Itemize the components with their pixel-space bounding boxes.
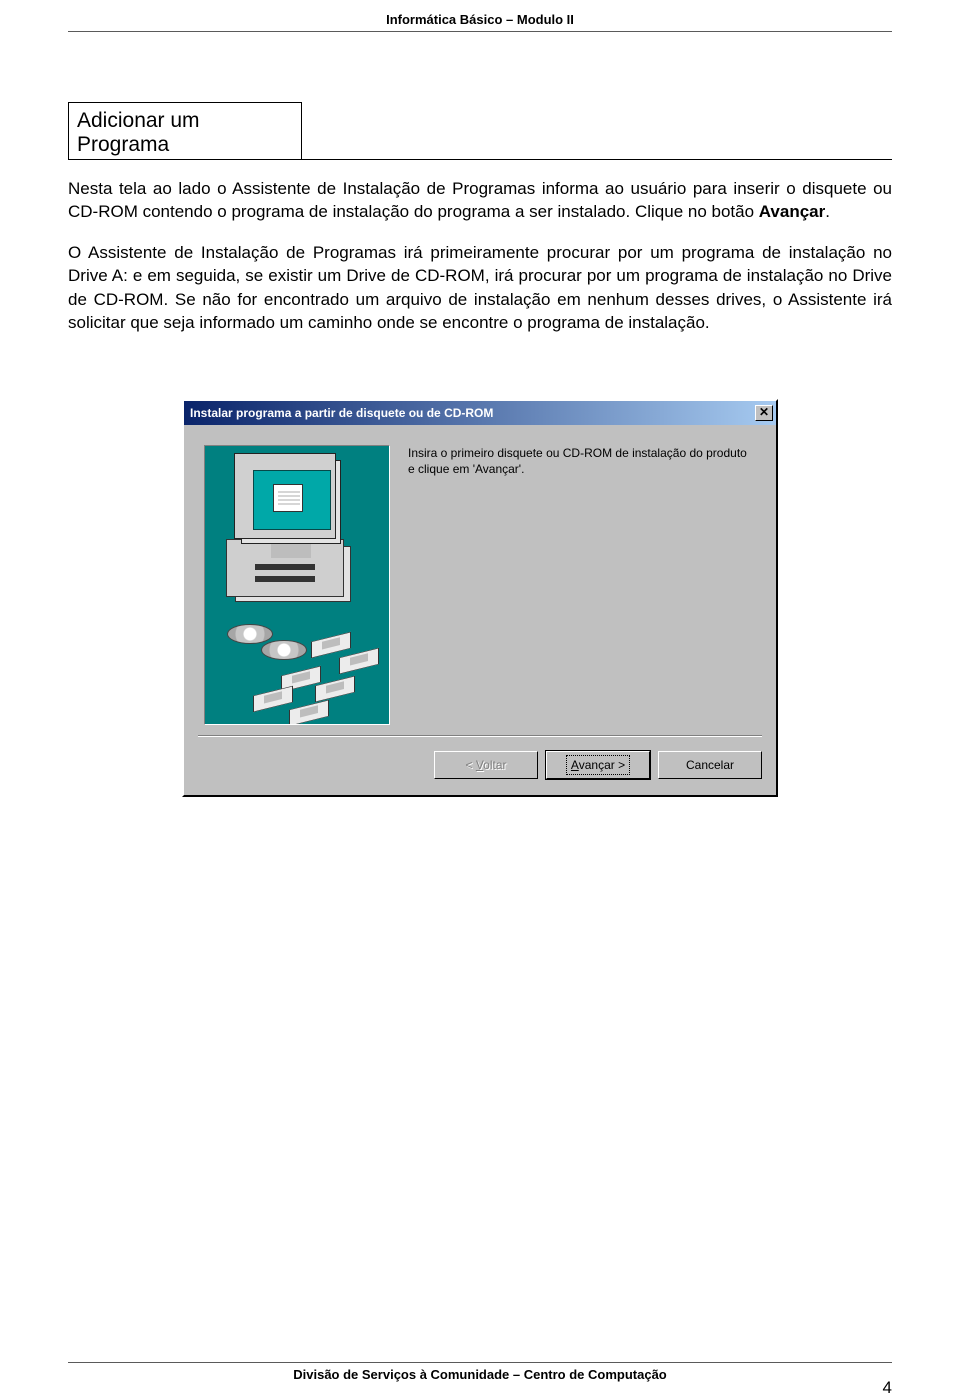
next-button[interactable]: Avançar > (546, 751, 650, 779)
page-number: 4 (883, 1378, 892, 1398)
dialog-button-row: < Voltar Avançar > Cancelar (184, 737, 776, 795)
paragraph-1: Nesta tela ao lado o Assistente de Insta… (68, 177, 892, 224)
paragraph-1c: . (825, 202, 830, 221)
header-rule (68, 31, 892, 32)
section-title-underline (68, 159, 892, 160)
dialog-title: Instalar programa a partir de disquete o… (190, 406, 493, 420)
next-button-underline: A (571, 758, 579, 772)
page-header: Informática Básico – Modulo II (68, 0, 892, 31)
paragraph-2: O Assistente de Instalação de Programas … (68, 241, 892, 335)
close-icon[interactable]: ✕ (755, 405, 773, 421)
next-button-rest: vançar > (579, 758, 625, 772)
paragraph-1-bold: Avançar (759, 202, 825, 221)
install-wizard-dialog: Instalar programa a partir de disquete o… (182, 399, 778, 797)
dialog-titlebar[interactable]: Instalar programa a partir de disquete o… (184, 401, 776, 425)
dialog-body-text: Insira o primeiro disquete ou CD-ROM de … (408, 445, 756, 725)
wizard-graphic (204, 445, 390, 725)
page-footer: Divisão de Serviços à Comunidade – Centr… (68, 1362, 892, 1382)
back-button-prefix: < (465, 758, 475, 772)
back-button-rest: oltar (483, 758, 506, 772)
back-button: < Voltar (434, 751, 538, 779)
footer-text: Divisão de Serviços à Comunidade – Centr… (68, 1363, 892, 1382)
section-title: Adicionar um Programa (68, 102, 302, 159)
cancel-button[interactable]: Cancelar (658, 751, 762, 779)
